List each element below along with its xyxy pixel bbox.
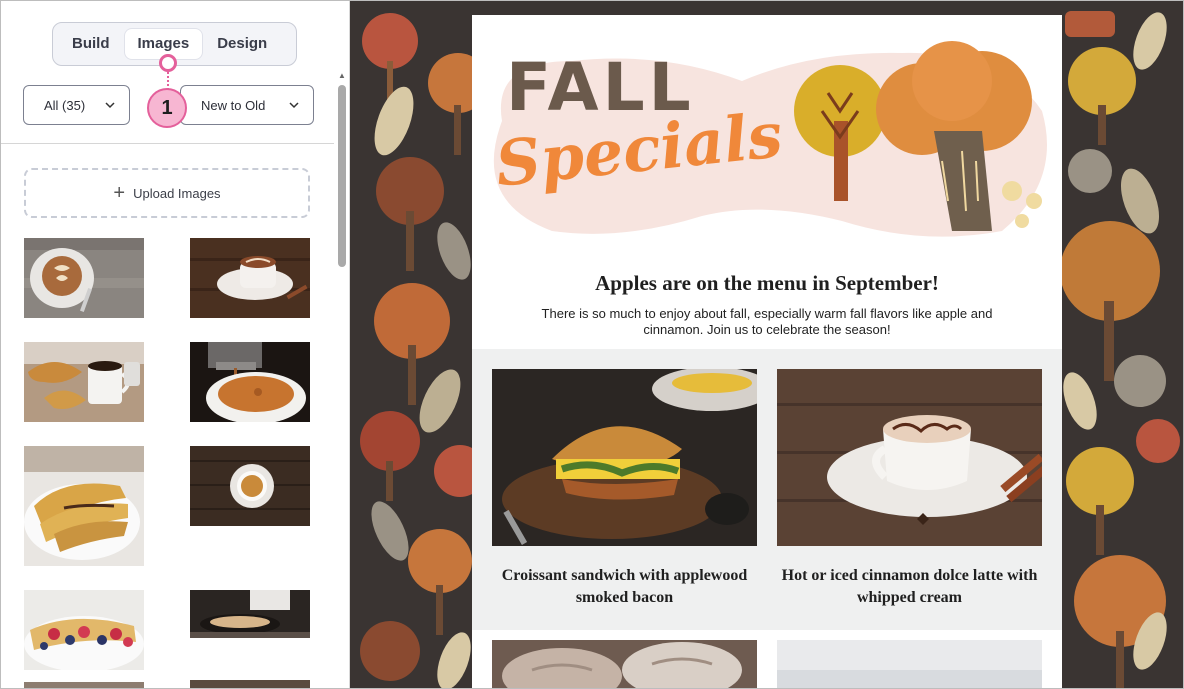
upload-images-label: Upload Images [133,185,221,201]
product-caption-croissant[interactable]: Croissant sandwich with applewood smoked… [492,565,757,609]
panel-divider [1,143,334,144]
email-body-text[interactable]: There is so much to enjoy about fall, es… [512,306,1022,338]
image-thumbnail-berry-crepes[interactable] [24,590,144,670]
image-thumbnail-latte-art[interactable] [24,238,144,318]
product-image-winter-scene[interactable] [777,640,1042,688]
espresso-pour-icon [190,342,310,422]
image-thumbnail-croissant-coffee[interactable] [24,342,144,422]
callout-dot [159,54,177,72]
hot-chocolate-icon [190,238,310,318]
chef-cooking-icon [190,590,310,638]
tab-build[interactable]: Build [59,29,123,59]
plus-icon: + [113,182,126,204]
callout-badge: 1 [147,88,187,128]
crepes-icon [24,446,144,566]
berry-crepes-icon [24,590,144,670]
email-template[interactable]: FALL Specials Apples are on the menu in … [472,15,1062,688]
image-thumbnail-hot-chocolate[interactable] [190,238,310,318]
upload-images-button[interactable]: + Upload Images [24,168,310,218]
image-thumbnail-tea-cup[interactable] [190,446,310,526]
app-frame: Build Images Design All (35) New to Old … [0,0,1184,689]
hero-banner[interactable]: FALL Specials [482,41,1054,241]
image-thumbnail-espresso-pour[interactable] [190,342,310,422]
chevron-down-icon [105,102,115,109]
filter-dropdown[interactable]: All (35) [23,85,130,125]
panel-scrollbar-thumb[interactable] [338,85,346,267]
filter-dropdown-label: All (35) [44,97,86,113]
tea-cup-icon [190,446,310,526]
scroll-up-arrow[interactable]: ▲ [337,71,347,81]
sort-dropdown-label: New to Old [201,97,266,113]
image-thumbnail-partial[interactable] [24,682,144,688]
image-thumbnail-partial[interactable] [190,680,310,688]
image-thumbnail-crepes[interactable] [24,446,144,566]
product-image-croissant-sandwich[interactable] [492,369,757,546]
product-caption-latte[interactable]: Hot or iced cinnamon dolce latte with wh… [777,565,1042,609]
croissant-sandwich-image [492,369,757,546]
images-panel: Build Images Design All (35) New to Old … [1,1,350,688]
email-heading[interactable]: Apples are on the menu in September! [472,271,1062,296]
winter-scene-image [777,640,1042,688]
product-section[interactable]: Croissant sandwich with applewood smoked… [472,349,1062,630]
image-thumbnail-chef-cooking[interactable] [190,590,310,638]
latte-art-icon [24,238,144,318]
croissant-coffee-icon [24,342,144,422]
knit-mittens-image [492,640,757,688]
sort-dropdown[interactable]: New to Old [180,85,314,125]
chevron-down-icon [289,102,299,109]
cinnamon-latte-image [777,369,1042,546]
tab-design[interactable]: Design [204,29,280,59]
product-image-knit-mittens[interactable] [492,640,757,688]
product-image-cinnamon-latte[interactable] [777,369,1042,546]
